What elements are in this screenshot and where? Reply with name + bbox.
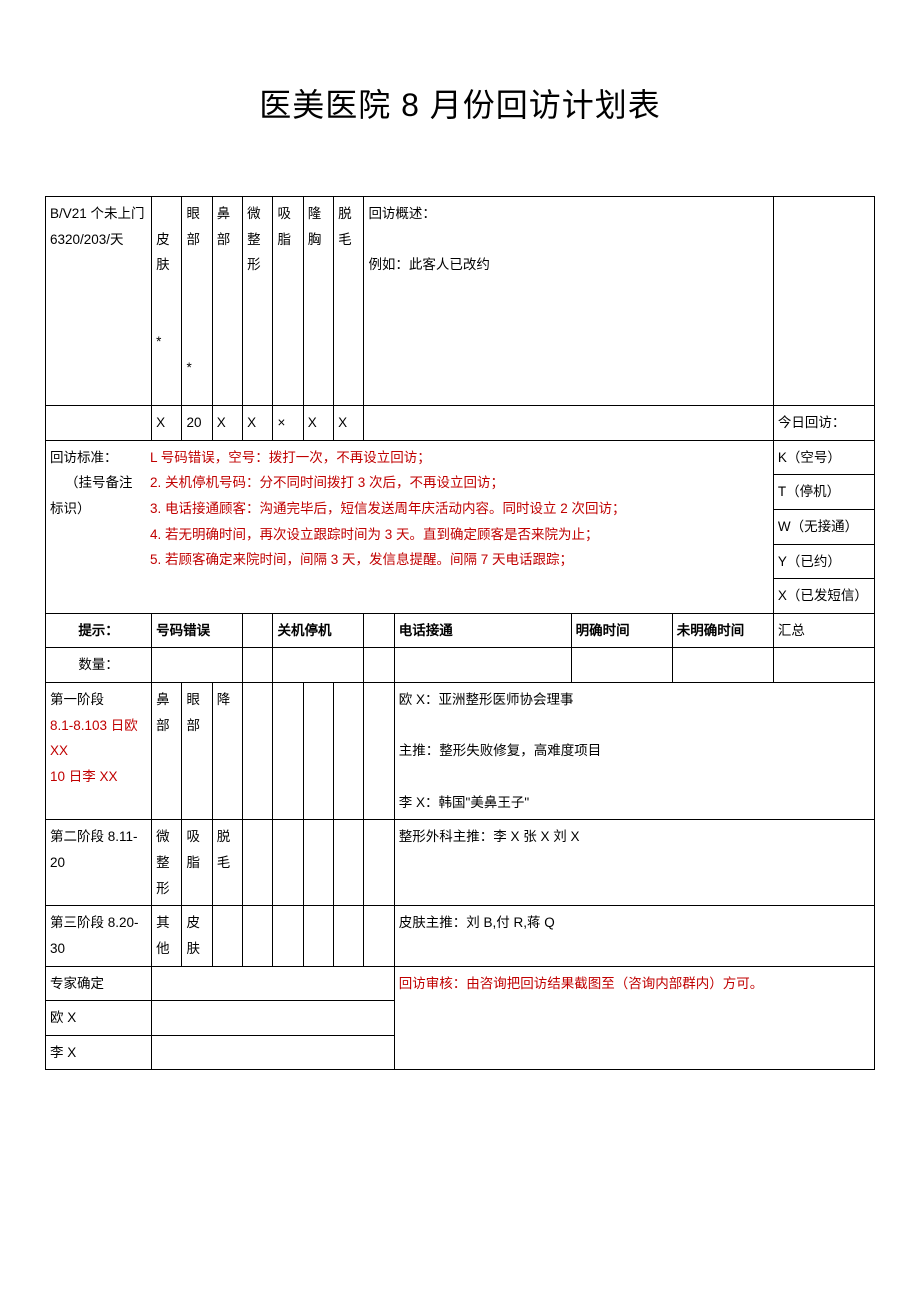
stage3-e5 [364, 906, 394, 966]
cell-x1: X [152, 406, 182, 441]
qty-8 [773, 648, 874, 683]
hdr-sum: 汇总 [773, 613, 874, 648]
legend-y: Y（已约） [773, 544, 874, 579]
stage1-label: 第一阶段 8.1-8.103 日欧 XX 10 日李 XX [46, 683, 152, 820]
hdr-off: 关机停机 [273, 613, 364, 648]
hdr-ok: 电话接通 [394, 613, 571, 648]
stage1-e1 [243, 683, 273, 820]
qty-6 [571, 648, 672, 683]
cell-eye: 眼部* [182, 197, 212, 406]
stage1-e5 [364, 683, 394, 820]
stage2-e3 [303, 820, 333, 906]
qty-2 [243, 648, 273, 683]
stage1-e3 [303, 683, 333, 820]
stage1-c3: 降 [212, 683, 242, 820]
cell-x3: X [212, 406, 242, 441]
expert-label: 专家确定 [46, 966, 152, 1001]
qty-7 [672, 648, 773, 683]
stage2-e1 [243, 820, 273, 906]
legend-x: X（已发短信） [773, 579, 874, 614]
cell-nose: 鼻部 [212, 197, 242, 406]
stage3-desc: 皮肤主推：刘 B,付 R,蒋 Q [394, 906, 874, 966]
legend-k: K（空号） [773, 440, 874, 475]
cell-lipo: 吸脂 [273, 197, 303, 406]
hdr-tip: 提示： [46, 613, 152, 648]
stage2-desc: 整形外科主推：李 X 张 X 刘 X [394, 820, 874, 906]
stage1-e4 [334, 683, 364, 820]
expert-mid [152, 966, 395, 1001]
legend-t: T（停机） [773, 475, 874, 510]
stage3-e0 [212, 906, 242, 966]
stage2-e2 [273, 820, 303, 906]
cell-today-label: 今日回访： [773, 406, 874, 441]
hdr-unclear: 未明确时间 [672, 613, 773, 648]
hdr-clear: 明确时间 [571, 613, 672, 648]
qty-5 [394, 648, 571, 683]
expert-audit: 回访审核：由咨询把回访结果截图至（咨询内部群内）方可。 [394, 966, 874, 1070]
cell-skin: 皮肤* [152, 197, 182, 406]
cell-x6: X [303, 406, 333, 441]
expert-li-mid [152, 1035, 395, 1070]
hdr-empty1 [243, 613, 273, 648]
stage2-label: 第二阶段 8.11- 20 [46, 820, 152, 906]
stage1-c2: 眼部 [182, 683, 212, 820]
cell-breast: 隆胸 [303, 197, 333, 406]
stage3-e3 [303, 906, 333, 966]
cell-hair: 脱毛 [334, 197, 364, 406]
hdr-wrong: 号码错误 [152, 613, 243, 648]
cell-x5: × [273, 406, 303, 441]
hdr-empty2 [364, 613, 394, 648]
cell-micro: 微整形 [243, 197, 273, 406]
expert-ou-mid [152, 1001, 395, 1036]
stage3-c2: 皮肤 [182, 906, 212, 966]
expert-ou: 欧 X [46, 1001, 152, 1036]
stage2-e5 [364, 820, 394, 906]
stage3-c1: 其他 [152, 906, 182, 966]
stage3-e2 [273, 906, 303, 966]
legend-w: W（无接通） [773, 509, 874, 544]
cell-bv: B/V21 个未上门 6320/203/天 [46, 197, 152, 406]
stage2-e4 [334, 820, 364, 906]
cell-empty-r1 [773, 197, 874, 406]
cell-x-row-label [46, 406, 152, 441]
stage2-c3: 脱毛 [212, 820, 242, 906]
stage3-e1 [243, 906, 273, 966]
stage3-e4 [334, 906, 364, 966]
qty-1 [152, 648, 243, 683]
stage3-label: 第三阶段 8.20- 30 [46, 906, 152, 966]
cell-x2: 20 [182, 406, 212, 441]
qty-3 [273, 648, 364, 683]
cell-x4: X [243, 406, 273, 441]
qty-label: 数量： [46, 648, 152, 683]
cell-x-rest [364, 406, 773, 441]
stage1-desc: 欧 X：亚洲整形医师协会理事 主推：整形失败修复，高难度项目 李 X：韩国"美鼻… [394, 683, 874, 820]
stage1-e2 [273, 683, 303, 820]
expert-li: 李 X [46, 1035, 152, 1070]
stage2-c2: 吸脂 [182, 820, 212, 906]
plan-table: B/V21 个未上门 6320/203/天 皮肤* 眼部* 鼻部 微整形 吸脂 … [45, 196, 875, 1070]
cell-desc: 回访概述： 例如：此客人已改约 [364, 197, 773, 406]
cell-standards: 回访标准： （挂号备注 标识） L 号码错误，空号：拨打一次，不再设立回访； 2… [46, 440, 774, 613]
qty-4 [364, 648, 394, 683]
stage2-c1: 微整形 [152, 820, 182, 906]
stage1-c1: 鼻部 [152, 683, 182, 820]
cell-x7: X [334, 406, 364, 441]
page-title: 医美医院 8 月份回访计划表 [45, 80, 875, 126]
